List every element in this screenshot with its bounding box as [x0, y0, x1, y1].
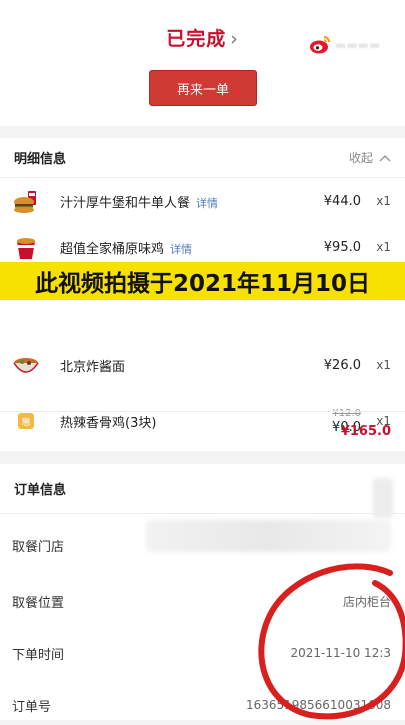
weibo-watermark: ▬▬▬▬: [309, 34, 391, 56]
banner-text: 此视频拍摄于2021年11月10日: [34, 271, 371, 297]
row-label: 订单号: [12, 699, 52, 715]
row-value: 店内柜台: [342, 594, 391, 609]
item-detail-link[interactable]: 详情: [170, 243, 192, 256]
order-info-title: 订单信息: [0, 464, 405, 514]
list-item: 汁汁厚牛堡和牛单人餐 详情 ¥44.0 x1: [0, 178, 405, 224]
detail-title: 明细信息: [14, 152, 67, 167]
item-name: 超值全家桶原味鸡 详情: [60, 241, 193, 257]
item-price: ¥44.0: [323, 193, 361, 209]
top-card: 已完成 › ▬▬▬▬ 再来一单: [0, 0, 405, 126]
item-name: 北京炸酱面: [60, 359, 126, 375]
info-row-time: 下单时间 2021-11-10 12:3: [0, 638, 405, 668]
collapse-label: 收起: [348, 151, 373, 165]
weibo-watermark-text: ▬▬▬▬: [335, 38, 381, 52]
row-label: 取餐门店: [12, 539, 65, 555]
bucket-thumbnail: [17, 238, 35, 259]
item-qty: x1: [376, 358, 391, 372]
item-qty: x1: [376, 194, 391, 208]
burger-meal-thumbnail: [14, 191, 36, 213]
weibo-logo-icon: [310, 36, 330, 54]
row-label: 取餐位置: [12, 595, 65, 611]
info-row-order-id: 订单号 1636519856610031608: [0, 690, 405, 720]
item-price: ¥26.0: [323, 357, 361, 373]
item-detail-link[interactable]: 详情: [196, 197, 218, 210]
detail-header: 明细信息 收起: [0, 138, 405, 178]
blurred-store-name: [146, 520, 391, 552]
item-price: ¥95.0: [323, 239, 361, 255]
order-total: ¥165.0: [0, 411, 405, 451]
row-value: 2021-11-10 12:3: [290, 646, 392, 660]
reorder-button[interactable]: 再来一单: [149, 70, 257, 106]
chevron-right-icon: ›: [230, 28, 239, 50]
item-name: 汁汁厚牛堡和牛单人餐 详情: [60, 195, 219, 211]
video-date-banner: 此视频拍摄于2021年11月10日: [0, 262, 405, 300]
collapse-toggle[interactable]: 收起: [349, 149, 391, 166]
row-value[interactable]: 1636519856610031608: [246, 698, 391, 712]
info-row-pickup: 取餐位置 店内柜台: [0, 586, 405, 616]
list-item: 北京炸酱面 ¥26.0 x1: [0, 342, 405, 388]
noodle-bowl-thumbnail: [13, 358, 39, 373]
chevron-up-icon: [379, 154, 391, 162]
item-qty: x1: [376, 240, 391, 254]
order-status-label: 已完成: [166, 28, 227, 50]
row-label: 下单时间: [12, 647, 65, 663]
order-info-card: 订单信息 取餐门店 取餐位置 店内柜台 下单时间 2021-11-10 12:3…: [0, 464, 405, 720]
blurred-region: [373, 478, 393, 518]
